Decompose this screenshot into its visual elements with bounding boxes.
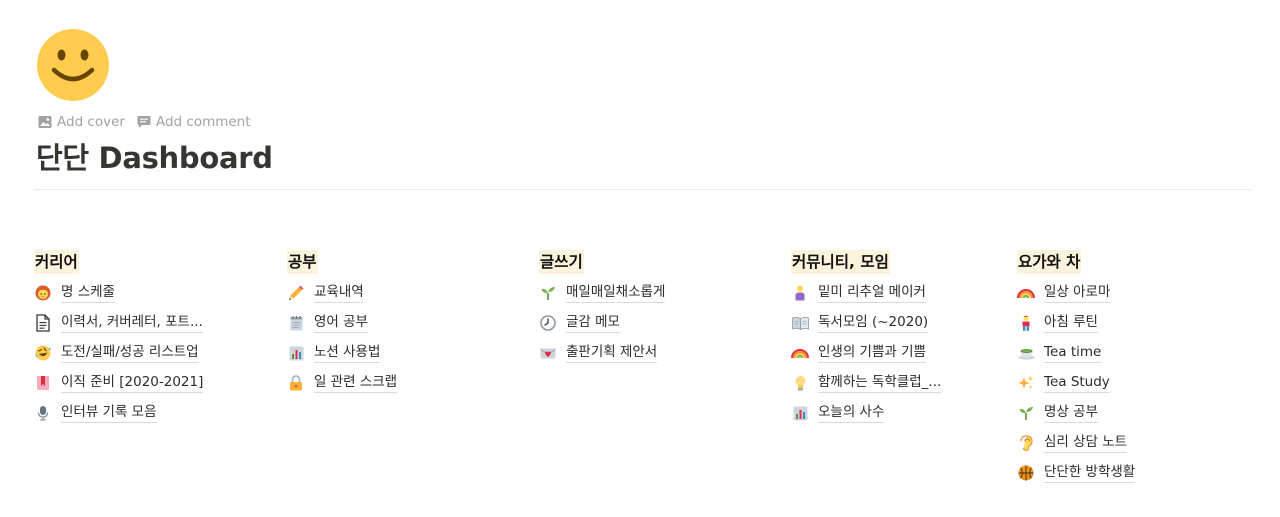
item-label: 함께하는 독학클럽_... [818, 373, 942, 393]
add-cover-button[interactable]: Add cover [38, 114, 125, 130]
item-label: 명상 공부 [1044, 403, 1098, 423]
column-career: 커리어 명 스케줄 이력서, 커버레터, 포트... 도전/실패/성공 리스트업… [34, 250, 204, 428]
column-study: 공부 교육내역 영어 공부 노션 사용법 일 관련 스크랩 [287, 250, 398, 398]
bar-chart-icon [791, 404, 809, 422]
comment-icon [137, 115, 151, 129]
document-icon [34, 314, 52, 332]
link-list: 일상 아로마 아침 루틴 Tea time Tea Study 명상 공부 심리… [1017, 278, 1136, 488]
list-item[interactable]: Tea Study [1017, 368, 1135, 398]
list-item[interactable]: 심리 상담 노트 [1017, 428, 1135, 458]
column-writing: 글쓰기 매일매일채소롭게 글감 메모 출판기획 제안서 [539, 250, 666, 368]
list-item[interactable]: 오늘의 사수 [791, 398, 941, 428]
item-label: 글감 메모 [566, 313, 620, 333]
item-label: 아침 루틴 [1044, 313, 1098, 333]
add-comment-button[interactable]: Add comment [137, 114, 251, 130]
item-label: 이력서, 커버레터, 포트... [61, 313, 203, 333]
item-label: 인터뷰 기록 모음 [61, 403, 157, 423]
column-heading: 커리어 [34, 250, 79, 274]
rolling-laugh-icon [34, 344, 52, 362]
item-label: 이직 준비 [2020-2021] [61, 373, 204, 393]
item-label: 노션 사용법 [314, 343, 381, 363]
link-list: 명 스케줄 이력서, 커버레터, 포트... 도전/실패/성공 리스트업 이직 … [34, 278, 204, 428]
column-heading: 글쓰기 [539, 250, 584, 274]
item-label: 단단한 방학생활 [1044, 463, 1136, 483]
add-comment-label: Add comment [155, 114, 251, 130]
column-heading: 커뮤니티, 모임 [791, 250, 890, 274]
item-label: 독서모임 (~2020) [818, 313, 929, 333]
list-item[interactable]: 명 스케줄 [34, 278, 203, 308]
item-label: 영어 공부 [314, 313, 368, 333]
heart-letter-icon [539, 344, 557, 362]
microphone-icon [34, 404, 52, 422]
item-label: Tea Study [1044, 373, 1110, 393]
divider [34, 189, 1251, 190]
woman-red-hair-icon [34, 284, 52, 302]
ear-icon [1017, 434, 1035, 452]
person-icon [791, 284, 809, 302]
list-item[interactable]: 밑미 리추얼 메이커 [791, 278, 941, 308]
sparkles-icon [1017, 374, 1035, 392]
column-heading: 공부 [287, 250, 318, 274]
bar-chart-icon [287, 344, 305, 362]
lock-icon [287, 374, 305, 392]
lightbulb-icon [791, 374, 809, 392]
tea-cup-icon [1017, 344, 1035, 362]
basketball-icon [1017, 464, 1035, 482]
item-label: Tea time [1044, 343, 1102, 363]
bookmark-icon [34, 374, 52, 392]
list-item[interactable]: 교육내역 [287, 278, 397, 308]
list-item[interactable]: 영어 공부 [287, 308, 397, 338]
list-item[interactable]: 아침 루틴 [1017, 308, 1135, 338]
notepad-icon [287, 314, 305, 332]
item-label: 출판기획 제안서 [566, 343, 658, 363]
item-label: 일상 아로마 [1044, 283, 1111, 303]
list-item[interactable]: 독서모임 (~2020) [791, 308, 941, 338]
rainbow-icon [791, 344, 809, 362]
list-item[interactable]: 이력서, 커버레터, 포트... [34, 308, 203, 338]
link-list: 밑미 리추얼 메이커 독서모임 (~2020) 인생의 기쁨과 기쁨 함께하는 … [791, 278, 942, 428]
column-community: 커뮤니티, 모임 밑미 리추얼 메이커 독서모임 (~2020) 인생의 기쁨과… [791, 250, 942, 428]
open-book-icon [791, 314, 809, 332]
rainbow-icon [1017, 284, 1035, 302]
clock-icon [539, 314, 557, 332]
item-label: 오늘의 사수 [818, 403, 885, 423]
pencil-icon [287, 284, 305, 302]
list-item[interactable]: 매일매일채소롭게 [539, 278, 666, 308]
column-heading: 요가와 차 [1017, 250, 1082, 274]
list-item[interactable]: 인생의 기쁨과 기쁨 [791, 338, 941, 368]
page-title[interactable]: 단단 Dashboard [36, 136, 273, 180]
smiley-face-icon [37, 29, 109, 101]
list-item[interactable]: 명상 공부 [1017, 398, 1135, 428]
column-yoga-tea: 요가와 차 일상 아로마 아침 루틴 Tea time Tea Study 명상… [1017, 250, 1136, 488]
list-item[interactable]: 일상 아로마 [1017, 278, 1135, 308]
list-item[interactable]: 노션 사용법 [287, 338, 397, 368]
item-label: 일 관련 스크랩 [314, 373, 398, 393]
list-item[interactable]: 일 관련 스크랩 [287, 368, 398, 398]
list-item[interactable]: 단단한 방학생활 [1017, 458, 1136, 488]
item-label: 인생의 기쁨과 기쁨 [818, 343, 926, 363]
image-icon [38, 115, 52, 129]
list-item[interactable]: 도전/실패/성공 리스트업 [34, 338, 203, 368]
person-standing-icon [1017, 314, 1035, 332]
page-controls: Add cover Add comment [38, 114, 251, 130]
add-cover-label: Add cover [57, 114, 125, 130]
link-list: 매일매일채소롭게 글감 메모 출판기획 제안서 [539, 278, 666, 368]
item-label: 명 스케줄 [61, 283, 115, 303]
list-item[interactable]: Tea time [1017, 338, 1135, 368]
list-item[interactable]: 출판기획 제안서 [539, 338, 665, 368]
seedling-icon [539, 284, 557, 302]
link-list: 교육내역 영어 공부 노션 사용법 일 관련 스크랩 [287, 278, 398, 398]
list-item[interactable]: 함께하는 독학클럽_... [791, 368, 942, 398]
seedling-icon [1017, 404, 1035, 422]
item-label: 심리 상담 노트 [1044, 433, 1128, 453]
page-icon[interactable] [36, 28, 110, 102]
dashboard-columns: 커리어 명 스케줄 이력서, 커버레터, 포트... 도전/실패/성공 리스트업… [0, 250, 1280, 510]
item-label: 도전/실패/성공 리스트업 [61, 343, 199, 363]
list-item[interactable]: 인터뷰 기록 모음 [34, 398, 203, 428]
item-label: 교육내역 [314, 283, 364, 303]
item-label: 밑미 리추얼 메이커 [818, 283, 926, 303]
list-item[interactable]: 글감 메모 [539, 308, 665, 338]
list-item[interactable]: 이직 준비 [2020-2021] [34, 368, 204, 398]
item-label: 매일매일채소롭게 [566, 283, 666, 303]
